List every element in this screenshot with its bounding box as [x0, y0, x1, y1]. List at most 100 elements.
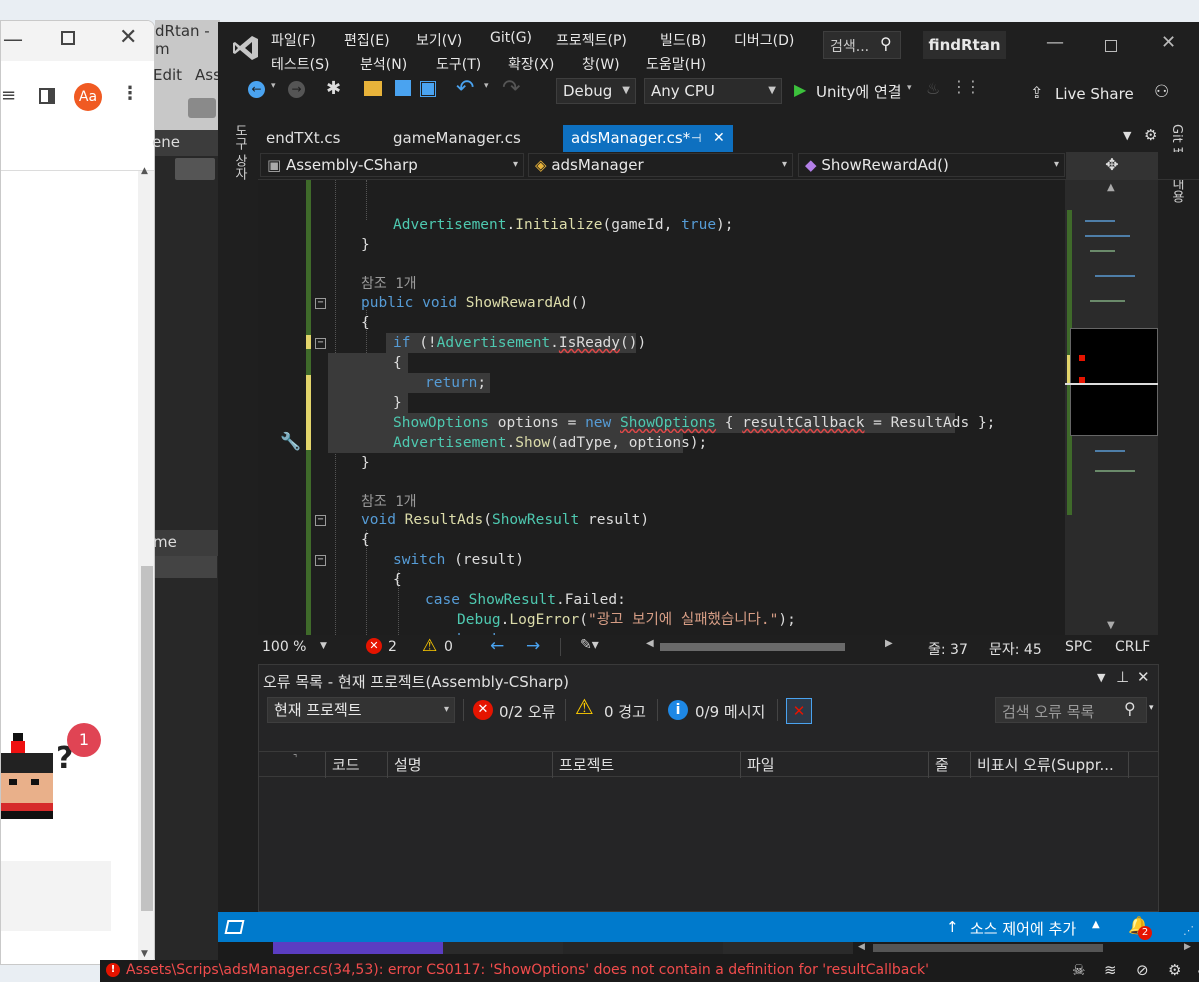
- scroll-left-icon[interactable]: ◀: [858, 942, 865, 952]
- error-search-input[interactable]: 검색 오류 목록 ⚲: [995, 697, 1147, 723]
- menu-git[interactable]: Git(G): [490, 30, 532, 46]
- warnings-filter-button[interactable]: 0 경고: [604, 701, 646, 722]
- tab-gamemanager[interactable]: gameManager.cs: [385, 125, 562, 152]
- maximize-icon[interactable]: [1105, 40, 1117, 52]
- more-menu-icon[interactable]: ⋮: [121, 83, 139, 104]
- menu-extensions[interactable]: 확장(X): [508, 54, 554, 74]
- close-icon[interactable]: ✕: [1137, 668, 1150, 686]
- scroll-up-icon[interactable]: ▲: [141, 166, 148, 176]
- undo-icon[interactable]: ↶: [456, 76, 474, 101]
- warning-count[interactable]: 0: [444, 639, 453, 655]
- save-icon[interactable]: [395, 80, 411, 96]
- scroll-right-icon[interactable]: ▶: [1184, 942, 1191, 952]
- scrollbar-thumb[interactable]: [141, 566, 153, 911]
- gizmo-dropdown[interactable]: [175, 158, 215, 180]
- layers-icon[interactable]: ≋: [1104, 961, 1117, 979]
- sort-icon[interactable]: ⌝: [293, 754, 297, 764]
- member-dropdown[interactable]: ◆ ShowRewardAd() ▾: [798, 153, 1065, 177]
- references-codelens[interactable]: 참조 1개: [361, 274, 417, 294]
- chevron-down-icon[interactable]: ▾: [271, 81, 276, 91]
- pin-icon[interactable]: ⊣: [691, 125, 701, 152]
- panel-menu-icon[interactable]: ▼: [1097, 671, 1105, 684]
- horizontal-scrollbar-thumb[interactable]: [873, 944, 1103, 952]
- solution-name[interactable]: findRtan: [923, 31, 1006, 59]
- reading-list-icon[interactable]: ≡: [1, 85, 16, 106]
- open-folder-icon[interactable]: [364, 81, 382, 96]
- menu-project[interactable]: 프로젝트(P): [556, 30, 627, 50]
- back-icon[interactable]: ←: [248, 81, 265, 98]
- tab-adsmanager[interactable]: adsManager.cs* ⊣ ✕: [563, 125, 733, 152]
- live-share-button[interactable]: Live Share: [1055, 85, 1134, 103]
- gear-icon[interactable]: ⚙: [1144, 126, 1157, 144]
- close-icon[interactable]: ✕: [119, 25, 137, 50]
- project-dropdown[interactable]: ▣ Assembly-CSharp ▾: [260, 153, 524, 177]
- menu-tools[interactable]: 도구(T): [436, 54, 481, 74]
- references-codelens[interactable]: 참조 1개: [361, 492, 417, 512]
- messages-filter-button[interactable]: 0/9 메시지: [695, 701, 765, 722]
- search-box[interactable]: 검색... ⚲: [823, 31, 901, 59]
- line-indicator[interactable]: 줄: 37: [928, 639, 968, 659]
- zoom-dropdown-icon[interactable]: ▼: [320, 641, 327, 651]
- sidebar-icon[interactable]: [39, 88, 55, 104]
- search-options-icon[interactable]: ▾: [1149, 703, 1154, 713]
- debug-icon[interactable]: ☠: [1072, 961, 1085, 979]
- maximize-icon[interactable]: [61, 31, 75, 45]
- menu-build[interactable]: 빌드(B): [660, 30, 706, 50]
- code-minimap[interactable]: ▲ ▼: [1065, 180, 1158, 635]
- warning-icon[interactable]: ⚠: [422, 636, 437, 656]
- configuration-dropdown[interactable]: Debug ▼: [556, 78, 636, 104]
- code-editor[interactable]: − − − − 🔧 Advertisement.Initialize(gameI…: [258, 180, 1065, 635]
- display-dropdown[interactable]: [155, 556, 217, 578]
- zoom-level[interactable]: 100 %: [262, 639, 306, 655]
- column-description[interactable]: 설명: [387, 752, 552, 778]
- undo-dropdown-icon[interactable]: ▾: [484, 81, 489, 91]
- error-count[interactable]: 2: [388, 639, 397, 655]
- chevron-up-icon[interactable]: ▲: [1092, 919, 1100, 930]
- column-project[interactable]: 프로젝트: [552, 752, 740, 778]
- whitespace-indicator[interactable]: SPC: [1065, 639, 1092, 655]
- game-tab[interactable]: me: [153, 533, 177, 551]
- run-button[interactable]: Unity에 연결: [816, 81, 902, 102]
- scroll-down-icon[interactable]: ▼: [1107, 620, 1115, 631]
- menu-view[interactable]: 보기(V): [416, 30, 462, 50]
- quick-actions-screwdriver-icon[interactable]: 🔧: [280, 432, 301, 452]
- collapse-icon[interactable]: −: [315, 555, 326, 566]
- scene-tab[interactable]: ene: [152, 133, 180, 151]
- column-file[interactable]: 파일: [740, 752, 928, 778]
- menu-window[interactable]: 창(W): [582, 54, 620, 74]
- settings-icon[interactable]: ⚙: [1168, 961, 1181, 979]
- redo-icon[interactable]: ↷: [502, 76, 520, 101]
- step-icon[interactable]: ⋮⋮: [951, 77, 981, 96]
- horizontal-scrollbar-thumb[interactable]: [660, 643, 845, 651]
- pin-icon[interactable]: ⊥: [1116, 668, 1129, 686]
- column-line[interactable]: 줄: [928, 752, 970, 778]
- platform-dropdown[interactable]: Any CPU ▼: [644, 78, 782, 104]
- play-icon[interactable]: ▶: [794, 80, 806, 99]
- collapse-icon[interactable]: −: [315, 338, 326, 349]
- scroll-left-icon[interactable]: ◀: [646, 638, 654, 649]
- collapse-icon[interactable]: −: [315, 515, 326, 526]
- tab-endtxt[interactable]: endTXt.cs: [258, 125, 382, 152]
- column-code[interactable]: 코드: [325, 752, 387, 778]
- close-tab-icon[interactable]: ✕: [713, 125, 725, 152]
- class-dropdown[interactable]: ◈ adsManager ▾: [528, 153, 793, 177]
- menu-help[interactable]: 도움말(H): [646, 54, 706, 74]
- scroll-right-icon[interactable]: ▶: [885, 638, 893, 649]
- code-cleanup-icon[interactable]: ✎▾: [580, 637, 599, 653]
- feedback-icon[interactable]: ⚇: [1154, 82, 1169, 102]
- scroll-up-icon[interactable]: ▲: [1107, 182, 1115, 193]
- collapse-icon[interactable]: −: [315, 298, 326, 309]
- forward-icon[interactable]: →: [288, 81, 305, 98]
- tab-overflow-icon[interactable]: ▼: [1123, 129, 1131, 142]
- console-error-message[interactable]: Assets\Scrips\adsManager.cs(34,53): erro…: [126, 962, 929, 978]
- add-to-source-control-button[interactable]: 소스 제어에 추가: [970, 918, 1076, 939]
- split-view-icon[interactable]: ✥: [1066, 152, 1158, 179]
- cloud-icon[interactable]: [188, 98, 216, 118]
- scroll-down-icon[interactable]: ▼: [141, 949, 148, 959]
- share-icon[interactable]: ⇪: [1030, 83, 1043, 102]
- column-suppression[interactable]: 비표시 오류(Suppr...: [970, 752, 1128, 778]
- minimize-icon[interactable]: —: [3, 27, 23, 51]
- error-icon[interactable]: ✕: [366, 638, 382, 654]
- new-project-icon[interactable]: ✱: [326, 78, 341, 99]
- previous-issue-icon[interactable]: ←: [490, 636, 504, 656]
